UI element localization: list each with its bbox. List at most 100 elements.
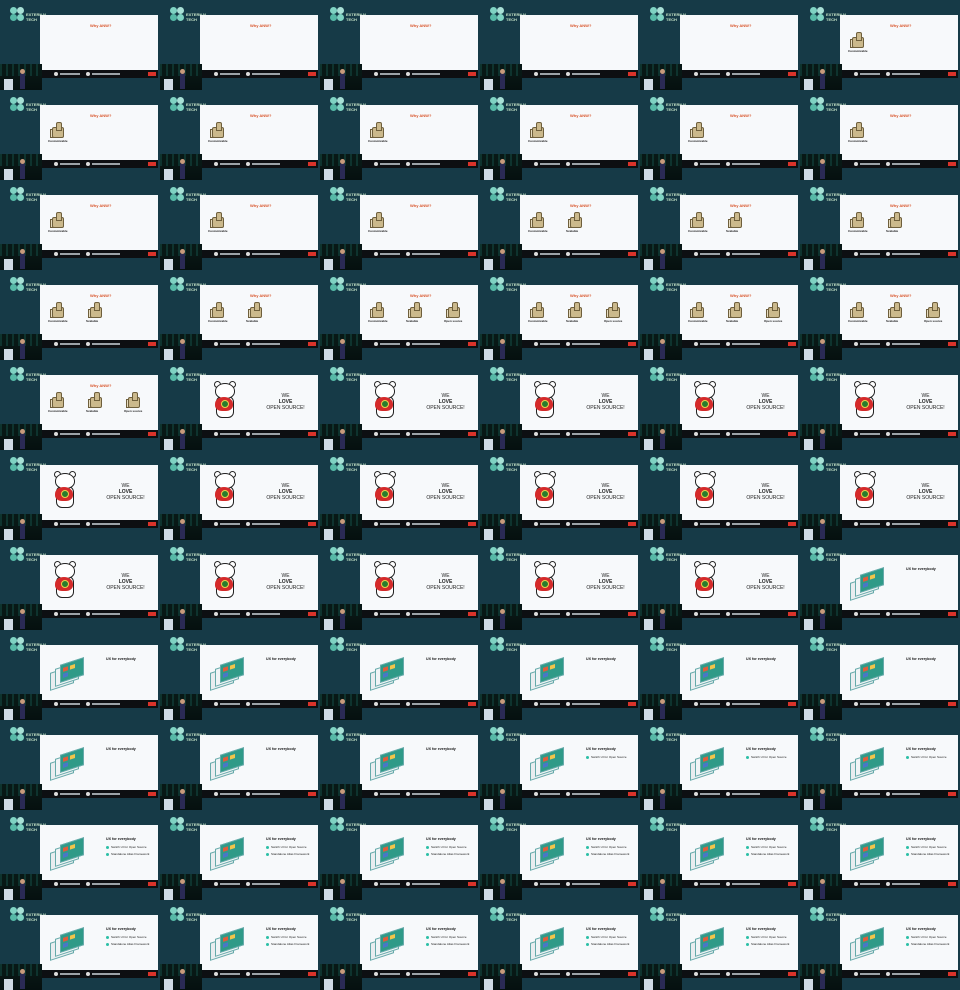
video-frame[interactable]: EXTERNAL TECH UX for everybody Switch UI fo… bbox=[160, 810, 320, 900]
slide-bullet: Standalone Atlas Framework bbox=[906, 942, 949, 946]
brand-logo bbox=[468, 612, 476, 616]
logo-circle bbox=[337, 457, 344, 464]
video-frame[interactable]: EXTERNAL TECH WE LOVE OPEN SOURCE! bbox=[800, 450, 960, 540]
video-frame[interactable]: EXTERNAL TECH Why ANW? Customizable Scalable… bbox=[800, 270, 960, 360]
video-frame[interactable]: EXTERNAL TECH UX for everybody Switch UI fo… bbox=[800, 720, 960, 810]
video-frame[interactable]: EXTERNAL TECH UX for everybody Switch UI fo… bbox=[160, 900, 320, 990]
video-frame[interactable]: EXTERNAL TECH Why ANW? Customizable bbox=[800, 0, 960, 90]
video-frame[interactable]: EXTERNAL TECH WE LOVE OPEN SOURCE! bbox=[320, 540, 480, 630]
stage-part bbox=[324, 619, 333, 630]
video-frame[interactable]: EXTERNAL TECH Why ANW? Customizable Scalable… bbox=[480, 270, 640, 360]
video-frame[interactable]: EXTERNAL TECH Why ANW? Customizable Scalable… bbox=[640, 270, 800, 360]
video-frame[interactable]: EXTERNAL TECH UX for everybody bbox=[160, 630, 320, 720]
conference-logo: EXTERNAL TECH bbox=[8, 546, 48, 570]
video-frame[interactable]: EXTERNAL TECH UX for everybody Switch UI fo… bbox=[320, 810, 480, 900]
social-icon bbox=[534, 252, 538, 256]
logo-circle bbox=[337, 97, 344, 104]
footer-line bbox=[892, 433, 920, 435]
speaker-camera bbox=[320, 604, 362, 630]
video-frame[interactable]: EXTERNAL TECH UX for everybody Switch UI fo… bbox=[800, 900, 960, 990]
bear-mascot-icon bbox=[692, 471, 716, 511]
video-frame[interactable]: EXTERNAL TECH WE LOVE OPEN SOURCE! bbox=[640, 450, 800, 540]
footer-line bbox=[892, 73, 920, 75]
video-frame[interactable]: EXTERNAL TECH WE LOVE OPEN SOURCE! bbox=[800, 360, 960, 450]
video-frame[interactable]: EXTERNAL TECH UX for everybody bbox=[480, 630, 640, 720]
footer-line bbox=[700, 163, 720, 165]
video-frame[interactable]: EXTERNAL TECH WE LOVE OPEN SOURCE! bbox=[320, 360, 480, 450]
social-icon bbox=[566, 522, 570, 526]
video-frame[interactable]: EXTERNAL TECH Why ANW? bbox=[0, 0, 160, 90]
video-frame[interactable]: EXTERNAL TECH UX for everybody Switch UI fo… bbox=[0, 810, 160, 900]
video-frame[interactable]: EXTERNAL TECH WE LOVE OPEN SOURCE! bbox=[160, 540, 320, 630]
video-frame[interactable]: EXTERNAL TECH Why ANW? Customizable Scalable bbox=[800, 180, 960, 270]
video-frame[interactable]: EXTERNAL TECH WE LOVE OPEN SOURCE! bbox=[320, 450, 480, 540]
video-frame[interactable]: EXTERNAL TECH UX for everybody bbox=[320, 630, 480, 720]
video-frame[interactable]: EXTERNAL TECH UX for everybody bbox=[160, 720, 320, 810]
video-frame[interactable]: EXTERNAL TECH UX for everybody Switch UI fo… bbox=[800, 810, 960, 900]
video-frame[interactable]: EXTERNAL TECH Why ANW? Customizable bbox=[0, 90, 160, 180]
video-frame[interactable]: EXTERNAL TECH WE LOVE OPEN SOURCE! bbox=[160, 360, 320, 450]
video-frame[interactable]: EXTERNAL TECH WE LOVE OPEN SOURCE! bbox=[640, 360, 800, 450]
video-frame[interactable]: EXTERNAL TECH UX for everybody bbox=[0, 630, 160, 720]
video-frame[interactable]: EXTERNAL TECH Why ANW? Customizable bbox=[480, 90, 640, 180]
video-frame[interactable]: EXTERNAL TECH UX for everybody Switch UI fo… bbox=[640, 810, 800, 900]
video-frame[interactable]: EXTERNAL TECH UX for everybody Switch UI fo… bbox=[480, 900, 640, 990]
video-frame[interactable]: EXTERNAL TECH UX for everybody Switch UI fo… bbox=[480, 810, 640, 900]
video-frame[interactable]: EXTERNAL TECH Why ANW? bbox=[480, 0, 640, 90]
video-frame[interactable]: EXTERNAL TECH Why ANW? Customizable Scalable bbox=[160, 270, 320, 360]
video-frame[interactable]: EXTERNAL TECH UX for everybody bbox=[320, 720, 480, 810]
video-frame[interactable]: EXTERNAL TECH Why ANW? Customizable bbox=[320, 90, 480, 180]
footer-line bbox=[252, 703, 280, 705]
presentation-slide: UX for everybody Switch UI for Open Sourc… bbox=[840, 915, 958, 970]
video-frame[interactable]: EXTERNAL TECH UX for everybody Switch UI fo… bbox=[640, 720, 800, 810]
social-icon bbox=[86, 252, 90, 256]
stage-part bbox=[340, 613, 345, 629]
video-frame[interactable]: EXTERNAL TECH UX for everybody bbox=[800, 630, 960, 720]
video-frame[interactable]: EXTERNAL TECH Why ANW? Customizable Scalable… bbox=[0, 360, 160, 450]
logo-circle bbox=[170, 457, 177, 464]
video-frame[interactable]: EXTERNAL TECH UX for everybody bbox=[800, 540, 960, 630]
video-frame[interactable]: EXTERNAL TECH WE LOVE OPEN SOURCE! bbox=[0, 540, 160, 630]
video-frame[interactable]: EXTERNAL TECH WE LOVE OPEN SOURCE! bbox=[160, 450, 320, 540]
video-frame[interactable]: EXTERNAL TECH UX for everybody bbox=[640, 630, 800, 720]
video-frame[interactable]: EXTERNAL TECH Why ANW? Customizable Scalable… bbox=[320, 270, 480, 360]
video-frame[interactable]: EXTERNAL TECH Why ANW? Customizable bbox=[160, 90, 320, 180]
thumb-part bbox=[734, 212, 740, 221]
video-frame[interactable]: EXTERNAL TECH Why ANW? bbox=[640, 0, 800, 90]
video-frame[interactable]: EXTERNAL TECH Why ANW? bbox=[320, 0, 480, 90]
video-frame[interactable]: EXTERNAL TECH Why ANW? Customizable Scalable bbox=[480, 180, 640, 270]
video-frame[interactable]: EXTERNAL TECH Why ANW? Customizable bbox=[800, 90, 960, 180]
video-frame[interactable]: EXTERNAL TECH Why ANW? bbox=[160, 0, 320, 90]
stage-part bbox=[660, 429, 665, 434]
thumbs-up-icon bbox=[126, 391, 140, 408]
video-frame[interactable]: EXTERNAL TECH Why ANW? Customizable Scalable bbox=[640, 180, 800, 270]
video-frame[interactable]: EXTERNAL TECH Why ANW? Customizable bbox=[640, 90, 800, 180]
thumb-label: Customizable bbox=[688, 229, 708, 233]
logo-circle bbox=[650, 194, 657, 201]
video-frame[interactable]: EXTERNAL TECH Why ANW? Customizable bbox=[320, 180, 480, 270]
video-frame[interactable]: EXTERNAL TECH UX for everybody Switch UI fo… bbox=[0, 900, 160, 990]
video-frame[interactable]: EXTERNAL TECH UX for everybody Switch UI fo… bbox=[320, 900, 480, 990]
video-frame[interactable]: EXTERNAL TECH Why ANW? Customizable bbox=[160, 180, 320, 270]
video-frame[interactable]: EXTERNAL TECH WE LOVE OPEN SOURCE! bbox=[480, 450, 640, 540]
video-frame[interactable]: EXTERNAL TECH UX for everybody bbox=[0, 720, 160, 810]
stage-part bbox=[484, 979, 493, 990]
brand-logo bbox=[148, 972, 156, 976]
speaker-camera bbox=[640, 424, 682, 450]
video-frame[interactable]: EXTERNAL TECH UX for everybody Switch UI fo… bbox=[640, 900, 800, 990]
video-frame[interactable]: EXTERNAL TECH WE LOVE OPEN SOURCE! bbox=[640, 540, 800, 630]
video-frame[interactable]: EXTERNAL TECH Why ANW? Customizable bbox=[0, 180, 160, 270]
video-frame[interactable]: EXTERNAL TECH WE LOVE OPEN SOURCE! bbox=[480, 360, 640, 450]
video-frame[interactable]: EXTERNAL TECH UX for everybody Switch UI fo… bbox=[480, 720, 640, 810]
footer-line bbox=[380, 343, 400, 345]
stage-part bbox=[660, 789, 665, 794]
slide-title: Why ANW? bbox=[90, 293, 112, 298]
video-frame[interactable]: EXTERNAL TECH WE LOVE OPEN SOURCE! bbox=[480, 540, 640, 630]
video-frame[interactable]: EXTERNAL TECH Why ANW? Customizable Scalable bbox=[0, 270, 160, 360]
video-frame[interactable]: EXTERNAL TECH WE LOVE OPEN SOURCE! bbox=[0, 450, 160, 540]
footer-line bbox=[540, 883, 560, 885]
social-icon bbox=[86, 612, 90, 616]
bullet-text: Standalone Atlas Framework bbox=[591, 942, 630, 946]
stage-part bbox=[180, 433, 185, 449]
bear-part bbox=[221, 400, 229, 408]
